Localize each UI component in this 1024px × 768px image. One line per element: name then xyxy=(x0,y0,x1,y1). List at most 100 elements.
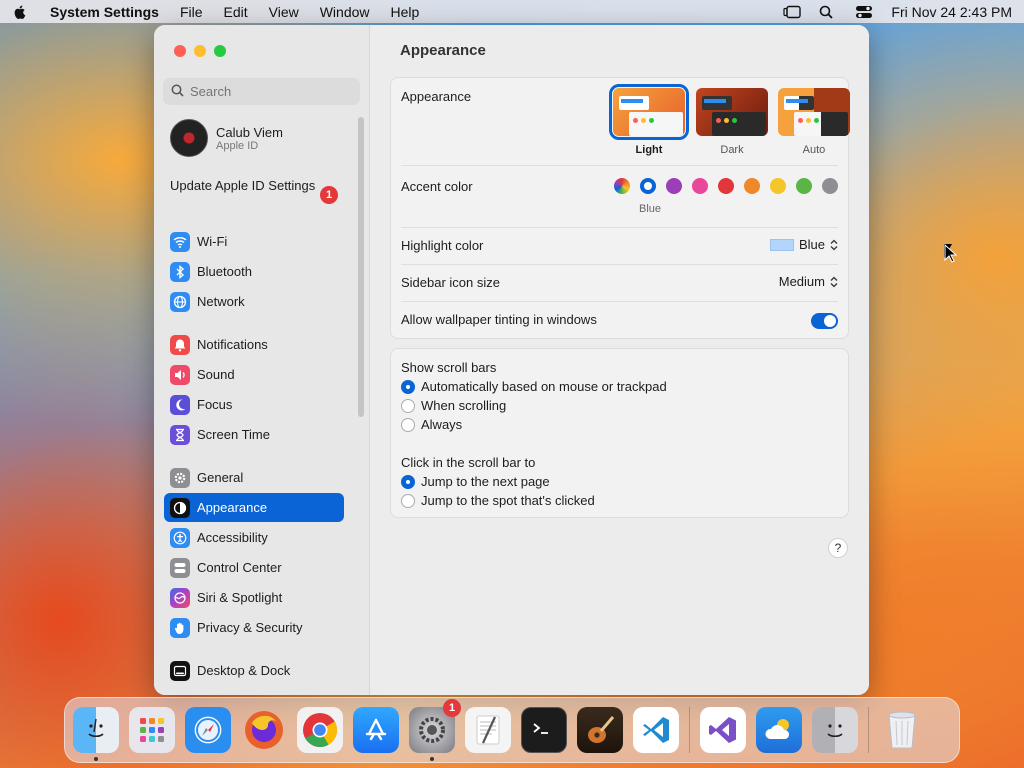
accent-color-label: Accent color xyxy=(401,179,473,194)
hand-icon xyxy=(170,617,190,638)
bell-icon xyxy=(170,334,190,355)
sidebar-item-notifications[interactable]: Notifications xyxy=(164,330,344,359)
visual-studio-icon[interactable] xyxy=(700,707,746,753)
sidebar-item-focus[interactable]: Focus xyxy=(164,390,344,419)
click-scroll-bar-label: Click in the scroll bar to xyxy=(401,455,536,470)
sidebar-item-appearance[interactable]: Appearance xyxy=(164,493,344,522)
close-window-button[interactable] xyxy=(174,45,186,57)
accent-blue-swatch[interactable] xyxy=(640,178,656,194)
dock-icon xyxy=(170,660,190,681)
sidebar-scrollbar[interactable] xyxy=(358,117,364,417)
hourglass-icon xyxy=(170,424,190,445)
app-store-icon[interactable] xyxy=(353,707,399,753)
sidebar-icon-size-row: Sidebar icon size Medium xyxy=(401,265,838,302)
sidebar-item-control-center[interactable]: Control Center xyxy=(164,553,344,582)
appearance-dark-option[interactable] xyxy=(696,88,768,136)
accent-pink-swatch[interactable] xyxy=(692,178,708,194)
click-spot-radio[interactable]: Jump to the spot that's clicked xyxy=(401,493,595,508)
minimize-window-button[interactable] xyxy=(194,45,206,57)
scroll-always-label: Always xyxy=(421,417,463,432)
finder-icon[interactable] xyxy=(73,707,119,761)
highlight-swatch xyxy=(769,238,794,251)
sidebar-item-siri-spotlight[interactable]: Siri & Spotlight xyxy=(164,583,344,612)
apple-menu-icon[interactable] xyxy=(12,4,28,20)
appearance-auto-option[interactable] xyxy=(778,88,850,136)
sidebar-item-label: Control Center xyxy=(197,560,282,575)
search-input[interactable] xyxy=(190,84,350,99)
menu-window[interactable]: Window xyxy=(320,4,370,20)
firefox-icon[interactable] xyxy=(241,707,287,753)
sidebar-item-label: Siri & Spotlight xyxy=(197,590,283,605)
menu-bar: System Settings File Edit View Window He… xyxy=(0,0,1024,23)
sidebar-item-privacy-security[interactable]: Privacy & Security xyxy=(164,613,344,642)
sidebar-item-label: Screen Time xyxy=(197,427,270,442)
sidebar-item-desktop-dock[interactable]: Desktop & Dock xyxy=(164,656,344,685)
bluetooth-icon xyxy=(170,261,190,282)
menu-app-name[interactable]: System Settings xyxy=(50,4,159,20)
chevron-up-down-icon xyxy=(830,239,838,251)
avatar xyxy=(170,119,208,157)
weather-icon[interactable] xyxy=(756,707,802,753)
menu-edit[interactable]: Edit xyxy=(224,4,248,20)
zoom-window-button[interactable] xyxy=(214,45,226,57)
update-badge: 1 xyxy=(320,186,338,204)
scroll-auto-radio[interactable]: Automatically based on mouse or trackpad xyxy=(401,379,667,394)
textedit-icon[interactable] xyxy=(465,707,511,753)
scroll-always-radio[interactable]: Always xyxy=(401,417,462,432)
scroll-auto-label: Automatically based on mouse or trackpad xyxy=(421,379,667,394)
moon-icon xyxy=(170,394,190,415)
stage-manager-icon[interactable] xyxy=(783,5,802,19)
sidebar-item-accessibility[interactable]: Accessibility xyxy=(164,523,344,552)
vscode-icon[interactable] xyxy=(633,707,679,753)
wifi-icon xyxy=(170,231,190,252)
sidebar-item-label: Bluetooth xyxy=(197,264,252,279)
appearance-settings-card: Appearance Light Dark Auto Accent color … xyxy=(390,77,850,339)
terminal-icon[interactable] xyxy=(521,707,567,753)
radio-indicator xyxy=(401,417,415,432)
trash-icon[interactable] xyxy=(879,707,925,753)
launchpad-icon[interactable] xyxy=(129,707,175,753)
sidebar-item-wifi[interactable]: Wi-Fi xyxy=(164,227,344,256)
dock-separator xyxy=(689,707,690,753)
sidebar-icon-size-select[interactable]: Medium xyxy=(779,274,838,289)
menu-help[interactable]: Help xyxy=(391,4,420,20)
sidebar-icon-size-value: Medium xyxy=(778,274,825,289)
safari-icon[interactable] xyxy=(185,707,231,753)
control-center-icon xyxy=(170,557,190,578)
appearance-light-option[interactable] xyxy=(609,84,689,140)
highlight-color-select[interactable]: Blue xyxy=(769,237,838,252)
scroll-when-scrolling-radio[interactable]: When scrolling xyxy=(401,398,506,413)
menu-view[interactable]: View xyxy=(269,4,299,20)
accent-multicolor-swatch[interactable] xyxy=(614,178,630,194)
accent-orange-swatch[interactable] xyxy=(744,178,760,194)
sidebar-item-bluetooth[interactable]: Bluetooth xyxy=(164,257,344,286)
sidebar-item-label: Privacy & Security xyxy=(197,620,303,635)
sidebar-item-screen-time[interactable]: Screen Time xyxy=(164,420,344,449)
sidebar-item-network[interactable]: Network xyxy=(164,287,344,316)
accent-purple-swatch[interactable] xyxy=(666,178,682,194)
spotlight-search-icon[interactable] xyxy=(819,5,837,19)
system-settings-icon[interactable]: 1 xyxy=(409,699,461,761)
garageband-icon[interactable] xyxy=(577,707,623,753)
sidebar-search[interactable] xyxy=(163,78,360,105)
sidebar-item-sound[interactable]: Sound xyxy=(164,360,344,389)
accent-green-swatch[interactable] xyxy=(796,178,812,194)
siri-icon xyxy=(170,587,190,608)
help-button[interactable]: ? xyxy=(828,538,848,558)
menu-clock[interactable]: Fri Nov 24 2:43 PM xyxy=(891,4,1012,20)
accent-red-swatch[interactable] xyxy=(718,178,734,194)
click-next-page-radio[interactable]: Jump to the next page xyxy=(401,474,550,489)
sidebar: Calub Viem Apple ID Update Apple ID Sett… xyxy=(154,25,370,695)
menu-file[interactable]: File xyxy=(180,4,203,20)
sidebar-item-general[interactable]: General xyxy=(164,463,344,492)
chrome-icon[interactable] xyxy=(297,707,343,753)
update-apple-id-item[interactable]: Update Apple ID Settings xyxy=(170,178,340,194)
accent-graphite-swatch[interactable] xyxy=(822,178,838,194)
finder-recent-icon[interactable] xyxy=(812,707,858,753)
apple-id-account[interactable]: Calub Viem Apple ID xyxy=(170,119,283,157)
wallpaper-tinting-toggle[interactable] xyxy=(811,313,838,329)
sidebar-item-label: Appearance xyxy=(197,500,268,515)
accent-yellow-swatch[interactable] xyxy=(770,178,786,194)
dock: 1 xyxy=(64,697,960,763)
control-center-menu-icon[interactable] xyxy=(855,5,873,19)
